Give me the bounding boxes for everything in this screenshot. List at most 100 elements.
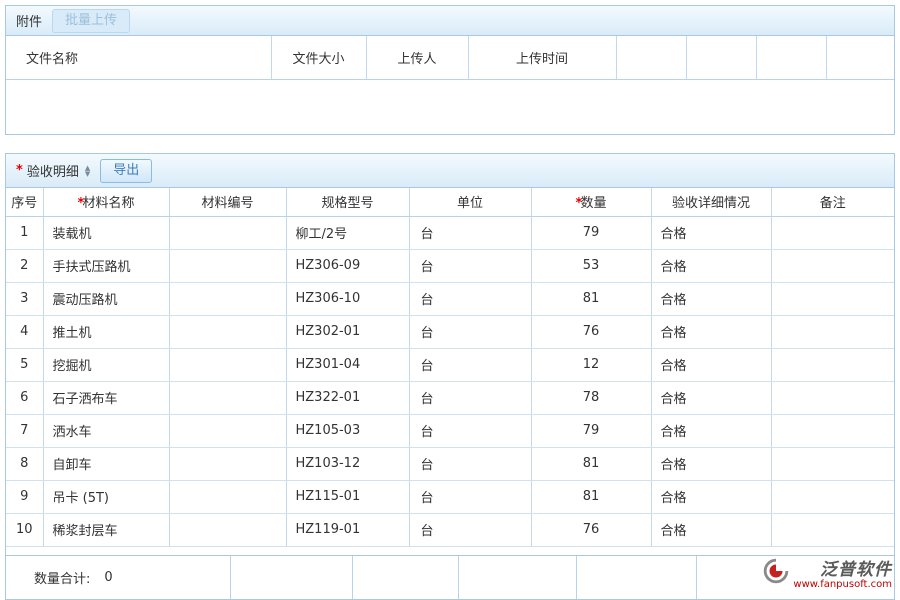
cell-quantity: 81 — [531, 480, 651, 513]
cell-remark — [771, 282, 894, 315]
cell-quantity: 79 — [531, 414, 651, 447]
cell-unit: 台 — [409, 249, 531, 282]
cell-quantity: 78 — [531, 381, 651, 414]
cell-index: 1 — [6, 216, 43, 249]
sort-updown-icon[interactable]: ▲ ▼ — [85, 165, 90, 177]
table-row[interactable]: 2 手扶式压路机 HZ306-09 台 53 合格 — [6, 249, 894, 282]
table-row[interactable]: 10 稀浆封层车 HZ119-01 台 76 合格 — [6, 513, 894, 546]
quantity-total-label: 数量合计: — [34, 568, 90, 587]
cell-acceptance-detail: 合格 — [651, 447, 771, 480]
batch-upload-button[interactable]: 批量上传 — [52, 9, 130, 33]
table-row[interactable]: 6 石子洒布车 HZ322-01 台 78 合格 — [6, 381, 894, 414]
export-button[interactable]: 导出 — [100, 159, 152, 183]
acceptance-panel: * 验收明细 ▲ ▼ 导出 序号 * 材料名称 材料编号 规格型号 单位 * — [5, 153, 895, 600]
cell-material-code — [169, 513, 286, 546]
cell-material-code — [169, 381, 286, 414]
cell-acceptance-detail: 合格 — [651, 282, 771, 315]
table-row[interactable]: 4 推土机 HZ302-01 台 76 合格 — [6, 315, 894, 348]
cell-remark — [771, 414, 894, 447]
cell-remark — [771, 348, 894, 381]
cell-unit: 台 — [409, 216, 531, 249]
summary-empty-cell — [697, 556, 894, 599]
col-empty-2 — [686, 36, 756, 79]
table-row[interactable]: 5 挖掘机 HZ301-04 台 12 合格 — [6, 348, 894, 381]
cell-spec-model: HZ301-04 — [286, 348, 409, 381]
cell-material-code — [169, 414, 286, 447]
cell-acceptance-detail: 合格 — [651, 480, 771, 513]
table-row[interactable]: 3 震动压路机 HZ306-10 台 81 合格 — [6, 282, 894, 315]
cell-index: 10 — [6, 513, 43, 546]
cell-material-name: 震动压路机 — [43, 282, 169, 315]
attachment-table: 文件名称 文件大小 上传人 上传时间 — [6, 36, 894, 134]
col-material-name-label: 材料名称 — [82, 196, 134, 211]
cell-acceptance-detail: 合格 — [651, 414, 771, 447]
cell-index: 7 — [6, 414, 43, 447]
cell-spec-model: HZ306-09 — [286, 249, 409, 282]
quantity-total-value: 0 — [104, 570, 112, 585]
required-asterisk: * — [16, 163, 23, 178]
cell-spec-model: HZ306-10 — [286, 282, 409, 315]
cell-material-name: 洒水车 — [43, 414, 169, 447]
summary-empty-cell — [353, 556, 459, 599]
table-row[interactable]: 7 洒水车 HZ105-03 台 79 合格 — [6, 414, 894, 447]
cell-unit: 台 — [409, 381, 531, 414]
col-unit: 单位 — [409, 188, 531, 216]
cell-material-code — [169, 315, 286, 348]
col-empty-3 — [756, 36, 826, 79]
cell-spec-model: HZ103-12 — [286, 447, 409, 480]
cell-remark — [771, 249, 894, 282]
cell-unit: 台 — [409, 513, 531, 546]
col-material-code: 材料编号 — [169, 188, 286, 216]
cell-material-code — [169, 282, 286, 315]
cell-remark — [771, 480, 894, 513]
acceptance-table: 序号 * 材料名称 材料编号 规格型号 单位 * 数量 验收详细情况 备注 1 … — [6, 188, 894, 547]
cell-quantity: 76 — [531, 315, 651, 348]
cell-quantity: 53 — [531, 249, 651, 282]
col-file-size: 文件大小 — [271, 36, 366, 79]
cell-quantity: 79 — [531, 216, 651, 249]
cell-quantity: 76 — [531, 513, 651, 546]
cell-remark — [771, 381, 894, 414]
cell-index: 6 — [6, 381, 43, 414]
cell-material-name: 推土机 — [43, 315, 169, 348]
acceptance-header-row: 序号 * 材料名称 材料编号 规格型号 单位 * 数量 验收详细情况 备注 — [6, 188, 894, 216]
cell-unit: 台 — [409, 348, 531, 381]
cell-acceptance-detail: 合格 — [651, 381, 771, 414]
cell-material-name: 挖掘机 — [43, 348, 169, 381]
cell-index: 2 — [6, 249, 43, 282]
cell-material-code — [169, 348, 286, 381]
cell-remark — [771, 513, 894, 546]
cell-spec-model: HZ119-01 — [286, 513, 409, 546]
cell-unit: 台 — [409, 447, 531, 480]
table-row[interactable]: 8 自卸车 HZ103-12 台 81 合格 — [6, 447, 894, 480]
attachment-header-row: 文件名称 文件大小 上传人 上传时间 — [6, 36, 894, 79]
summary-empty-cell — [231, 556, 353, 599]
col-quantity: * 数量 — [531, 188, 651, 216]
cell-acceptance-detail: 合格 — [651, 216, 771, 249]
cell-material-name: 吊卡 (5T) — [43, 480, 169, 513]
cell-remark — [771, 447, 894, 480]
cell-material-code — [169, 216, 286, 249]
cell-material-code — [169, 249, 286, 282]
table-row[interactable]: 1 装载机 柳工/2号 台 79 合格 — [6, 216, 894, 249]
cell-unit: 台 — [409, 315, 531, 348]
col-acceptance-detail: 验收详细情况 — [651, 188, 771, 216]
cell-index: 4 — [6, 315, 43, 348]
cell-unit: 台 — [409, 480, 531, 513]
cell-material-code — [169, 447, 286, 480]
cell-material-name: 装载机 — [43, 216, 169, 249]
cell-index: 5 — [6, 348, 43, 381]
page: 附件 批量上传 文件名称 文件大小 上传人 上传时间 — [0, 0, 900, 600]
table-row[interactable]: 9 吊卡 (5T) HZ115-01 台 81 合格 — [6, 480, 894, 513]
attachment-panel: 附件 批量上传 文件名称 文件大小 上传人 上传时间 — [5, 5, 895, 135]
cell-material-code — [169, 480, 286, 513]
cell-spec-model: HZ302-01 — [286, 315, 409, 348]
cell-spec-model: 柳工/2号 — [286, 216, 409, 249]
summary-empty-cell — [459, 556, 577, 599]
col-index: 序号 — [6, 188, 43, 216]
cell-index: 8 — [6, 447, 43, 480]
cell-spec-model: HZ105-03 — [286, 414, 409, 447]
cell-material-name: 石子洒布车 — [43, 381, 169, 414]
summary-row: 数量合计: 0 — [6, 555, 894, 599]
col-upload-time: 上传时间 — [468, 36, 616, 79]
